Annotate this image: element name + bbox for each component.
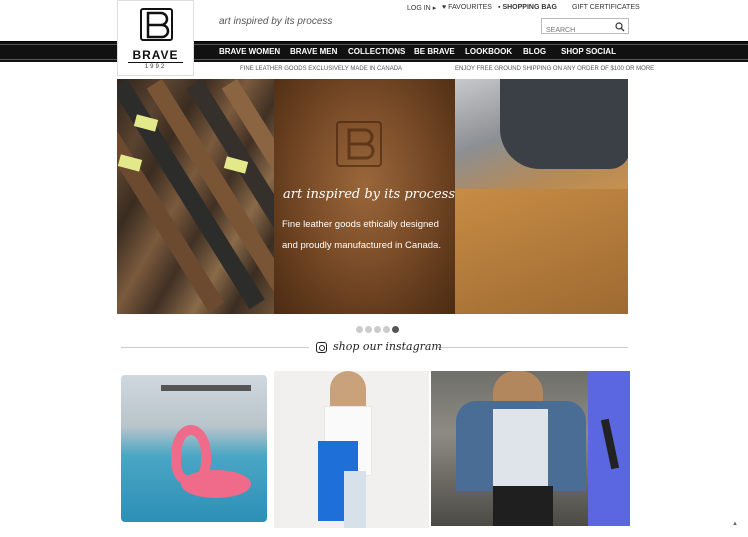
black-jeans — [493, 486, 553, 526]
shopping-bag-link[interactable]: ▪ SHOPPING BAG — [498, 4, 557, 11]
nav-brave-women[interactable]: BRAVE WOMEN — [219, 47, 280, 56]
login-label: LOG IN — [407, 5, 431, 12]
free-shipping-note[interactable]: ENJOY FREE GROUND SHIPPING ON ANY ORDER … — [455, 66, 654, 72]
slider-dot[interactable] — [356, 326, 363, 333]
instagram-heading: shop our instagram — [333, 340, 442, 353]
caret-right-icon: ▸ — [432, 5, 437, 12]
divider-right — [437, 347, 628, 348]
scroll-top-icon[interactable]: ▲ — [732, 521, 738, 527]
plaid-shirt — [493, 409, 548, 491]
pergola-beam — [161, 385, 251, 391]
nav-be-brave[interactable]: BE BRAVE — [414, 47, 455, 56]
heart-icon: ♥ — [442, 4, 447, 11]
slider-dot[interactable] — [383, 326, 390, 333]
favourites-label: FAVOURITES — [448, 4, 492, 11]
made-in-canada-note: FINE LEATHER GOODS EXCLUSIVELY MADE IN C… — [240, 66, 403, 72]
leather-jacket — [455, 189, 628, 314]
slider-dot[interactable] — [365, 326, 372, 333]
slider-dot[interactable] — [374, 326, 381, 333]
login-link[interactable]: LOG IN ▸ — [407, 4, 436, 12]
hero-belts-photo — [117, 79, 375, 314]
main-nav: BRAVE WOMEN BRAVE MEN COLLECTIONS BE BRA… — [0, 41, 748, 62]
tagline-prefix: art — [219, 16, 231, 27]
brand-name: BRAVE — [132, 48, 179, 62]
instagram-post-blue-tote[interactable] — [274, 371, 429, 528]
bag-icon: ▪ — [498, 4, 501, 11]
nav-stripe-top — [0, 44, 748, 45]
instagram-icon — [316, 342, 327, 353]
model-hair — [330, 371, 366, 411]
hero-sewing-photo — [455, 79, 628, 314]
instagram-post-flamingo[interactable] — [121, 375, 267, 522]
brand-logo[interactable]: BRAVE 1992 — [117, 0, 194, 76]
instagram-post-blue[interactable] — [588, 371, 630, 526]
flamingo-body — [181, 470, 251, 498]
black-strap — [600, 418, 620, 470]
nav-stripe-bottom — [0, 59, 748, 60]
search-input[interactable] — [542, 23, 612, 38]
search-icon[interactable] — [615, 22, 625, 32]
slider-dot-active[interactable] — [392, 326, 399, 333]
instagram-post-denim-jacket[interactable] — [431, 371, 588, 526]
header-tagline: art inspired by its process — [219, 16, 332, 27]
nav-collections[interactable]: COLLECTIONS — [348, 47, 405, 56]
slider-dots — [356, 320, 401, 338]
embossed-logo-icon — [336, 121, 382, 167]
hero-slider[interactable]: art inspired by its process Fine leather… — [117, 79, 628, 314]
nav-shop-social[interactable]: SHOP SOCIAL — [561, 47, 616, 56]
search-box[interactable] — [541, 18, 629, 38]
nav-brave-men[interactable]: BRAVE MEN — [290, 47, 337, 56]
brave-b-monogram-icon — [140, 8, 173, 41]
belt-strap — [117, 99, 225, 313]
gift-certificates-link[interactable]: GIFT CERTIFICATES — [572, 4, 640, 11]
nav-lookbook[interactable]: LOOKBOOK — [465, 47, 512, 56]
divider-left — [121, 347, 309, 348]
shopping-bag-label: SHOPPING BAG — [502, 4, 557, 11]
jeans — [344, 471, 366, 528]
tagline-suffix: inspired by its process — [230, 16, 333, 27]
hero-title: art inspired by its process — [283, 187, 456, 202]
favourites-link[interactable]: ♥ FAVOURITES — [442, 4, 492, 11]
hero-body: Fine leather goods ethically designed an… — [282, 219, 441, 251]
artisan-shirt — [500, 79, 628, 169]
logo-divider — [128, 62, 183, 63]
brand-year: 1992 — [144, 64, 167, 70]
nav-blog[interactable]: BLOG — [523, 47, 546, 56]
